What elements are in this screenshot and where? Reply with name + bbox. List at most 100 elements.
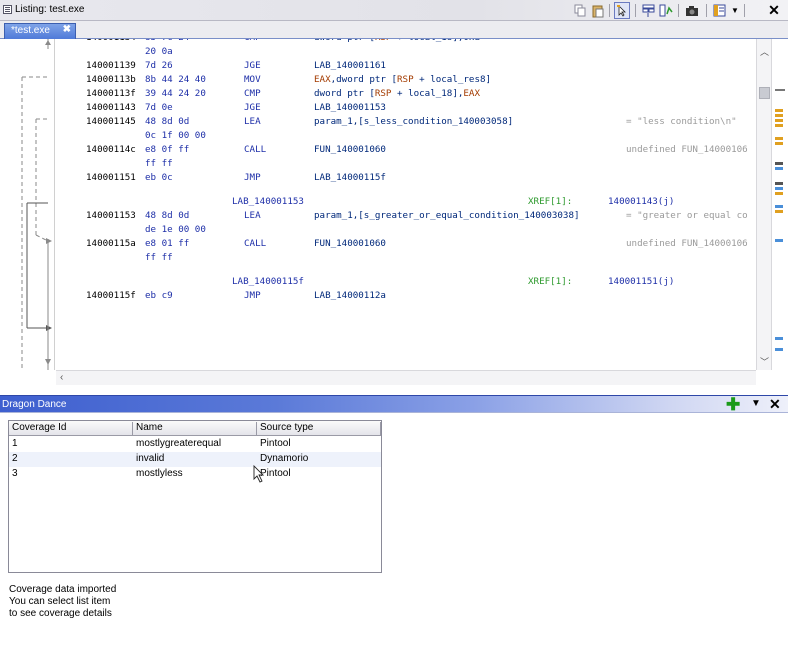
scroll-up-icon[interactable]: ︿	[760, 45, 769, 58]
options-icon[interactable]	[711, 2, 727, 19]
disassembly-code[interactable]: 140001134 83 7c 24 CMP dword ptr [RSP + loc…	[56, 39, 756, 370]
listing-tab-strip: *test.exe ✖	[0, 21, 788, 39]
instruction-line[interactable]: ff ff	[56, 158, 756, 172]
cursor-icon[interactable]	[614, 2, 630, 19]
toolbar-separator	[706, 4, 707, 17]
overview-marker	[775, 89, 785, 91]
instruction-bytes: 48 8d 0d	[145, 116, 190, 127]
overview-marker	[775, 142, 783, 145]
xref-label: XREF[1]:	[528, 276, 573, 287]
table-row[interactable]: 3 mostlyless Pintool	[9, 467, 381, 482]
scroll-left-icon[interactable]: ‹	[60, 372, 63, 383]
code-label: LAB_14000115f	[232, 276, 304, 287]
field-layout-icon[interactable]	[640, 2, 656, 19]
instruction-operands: param_1,[s_greater_or_equal_condition_14…	[314, 210, 580, 221]
instruction-operands: FUN_140001060	[314, 238, 386, 249]
cell-name: mostlyless	[136, 468, 183, 479]
overview-marker	[775, 162, 783, 165]
instruction-line[interactable]: 140001151 eb 0c JMP LAB_14000115f	[56, 172, 756, 186]
overview-marker	[775, 348, 783, 351]
chevron-down-icon[interactable]: ▼	[730, 2, 740, 19]
scroll-down-icon[interactable]: ﹀	[760, 355, 769, 368]
listing-view: 140001134 83 7c 24 CMP dword ptr [RSP + loc…	[0, 39, 788, 386]
close-icon[interactable]: ✕	[766, 2, 782, 19]
instruction-bytes: e8 01 ff	[145, 238, 190, 249]
toolbar-separator	[744, 4, 745, 17]
instruction-mnemonic: LEA	[244, 116, 261, 127]
instruction-line[interactable]: 14000114c e8 0f ff CALL FUN_140001060 undefi…	[56, 144, 756, 158]
instruction-line[interactable]: 14000115a e8 01 ff CALL FUN_140001060 undefi…	[56, 238, 756, 252]
instruction-line[interactable]: 140001143 7d 0e JGE LAB_140001153	[56, 102, 756, 116]
instruction-operands: LAB_14000115f	[314, 172, 386, 183]
instruction-line[interactable]: 140001145 48 8d 0d LEA param_1,[s_less_cond…	[56, 116, 756, 130]
listing-horizontal-scrollbar[interactable]: ‹	[56, 370, 756, 385]
instruction-line[interactable]: 14000115f eb c9 JMP LAB_14000112a	[56, 290, 756, 304]
listing-vertical-scrollbar[interactable]: ︿ ﹀	[756, 39, 771, 370]
label-line[interactable]: LAB_140001153 XREF[1]: 140001143(j)	[56, 196, 756, 210]
instruction-line[interactable]: ff ff	[56, 252, 756, 266]
mouse-cursor-icon	[253, 465, 265, 483]
flow-arrow-margin	[0, 39, 55, 370]
paste-icon[interactable]	[590, 2, 606, 19]
label-line[interactable]: LAB_14000115f XREF[1]: 140001151(j)	[56, 276, 756, 290]
diff-view-icon[interactable]	[658, 2, 674, 19]
copy-icon[interactable]	[572, 2, 588, 19]
instruction-mnemonic: CMP	[244, 39, 261, 43]
column-header-source-type[interactable]: Source type	[257, 422, 381, 435]
cell-name: invalid	[136, 453, 165, 464]
scrollbar-thumb[interactable]	[759, 87, 770, 99]
instruction-bytes: 0c 1f 00 00	[145, 130, 206, 141]
coverage-table[interactable]: Coverage Id Name Source type 1 mostlygre…	[8, 420, 382, 573]
overview-marker	[775, 124, 783, 127]
instruction-comment: undefined FUN_14000106	[626, 238, 748, 249]
instruction-bytes: 8b 44 24 40	[145, 74, 206, 85]
overview-marker	[775, 137, 783, 140]
xref-address: 140001143(j)	[608, 196, 675, 207]
column-header-name[interactable]: Name	[133, 422, 257, 435]
instruction-mnemonic: JGE	[244, 102, 261, 113]
instruction-address: 14000114c	[86, 144, 136, 155]
instruction-bytes: ff ff	[145, 252, 173, 263]
overview-marker	[775, 205, 783, 208]
overview-bar[interactable]	[771, 39, 788, 370]
xref-address: 140001151(j)	[608, 276, 675, 287]
instruction-line[interactable]: 14000113f 39 44 24 20 CMP dword ptr [RSP + …	[56, 88, 756, 102]
instruction-line[interactable]: 20 0a	[56, 46, 756, 60]
column-header-coverage-id[interactable]: Coverage Id	[9, 422, 133, 435]
table-row[interactable]: 1 mostlygreaterequal Pintool	[9, 437, 381, 452]
instruction-line[interactable]: de 1e 00 00	[56, 224, 756, 238]
close-icon[interactable]: ✕	[769, 396, 781, 413]
listing-title: Listing: test.exe	[15, 4, 85, 15]
table-row[interactable]: 2 invalid Dynamorio	[9, 452, 381, 467]
instruction-mnemonic: JMP	[244, 290, 261, 301]
instruction-line[interactable]: 14000113b 8b 44 24 40 MOV EAX,dword ptr [RS…	[56, 74, 756, 88]
instruction-bytes: de 1e 00 00	[145, 224, 206, 235]
add-icon[interactable]: ✚	[726, 396, 740, 413]
instruction-address: 14000115a	[86, 238, 136, 249]
instruction-bytes: 83 7c 24	[145, 39, 189, 43]
tab-test-exe[interactable]: *test.exe ✖	[4, 23, 76, 39]
close-icon[interactable]: ✖	[63, 24, 71, 35]
instruction-bytes: e8 0f ff	[145, 144, 190, 155]
instruction-address: 14000113b	[86, 74, 136, 85]
instruction-address: 140001143	[86, 102, 136, 113]
instruction-mnemonic: JGE	[244, 60, 261, 71]
overview-marker	[775, 187, 783, 190]
instruction-mnemonic: LEA	[244, 210, 261, 221]
instruction-line[interactable]: 0c 1f 00 00	[56, 130, 756, 144]
tab-label: *test.exe	[11, 25, 50, 36]
instruction-operands: LAB_14000112a	[314, 290, 386, 301]
snapshot-icon[interactable]	[684, 2, 700, 19]
overview-marker	[775, 182, 783, 185]
instruction-line[interactable]: 140001134 83 7c 24 CMP dword ptr [RSP + loc…	[56, 39, 756, 46]
overview-marker	[775, 192, 783, 195]
instruction-bytes: 20 0a	[145, 46, 173, 57]
cell-coverage-id: 2	[12, 453, 18, 464]
instruction-line[interactable]: 140001153 48 8d 0d LEA param_1,[s_greater_o…	[56, 210, 756, 224]
cell-name: mostlygreaterequal	[136, 438, 222, 449]
xref-label: XREF[1]:	[528, 196, 573, 207]
instruction-line[interactable]: 140001139 7d 26 JGE LAB_140001161	[56, 60, 756, 74]
coverage-status-message: Coverage data imported You can select li…	[9, 584, 116, 620]
chevron-down-icon[interactable]: ▼	[751, 398, 761, 409]
instruction-address: 14000113f	[86, 88, 136, 99]
